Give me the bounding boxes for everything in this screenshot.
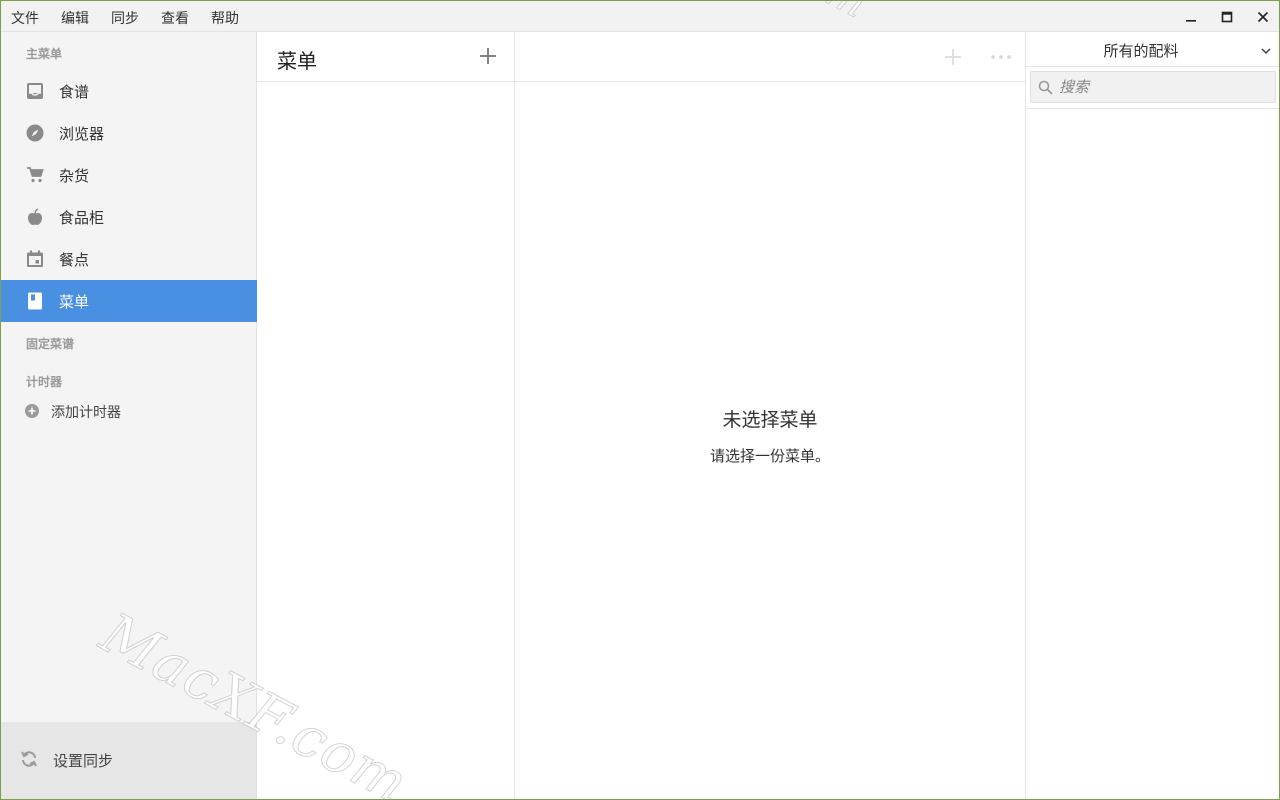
empty-state-subtitle: 请选择一份菜单。 — [709, 447, 830, 465]
setup-sync-label: 设置同步 — [53, 752, 114, 770]
sidebar-item-pantry[interactable]: 食品柜 — [1, 196, 257, 238]
apple-icon — [25, 207, 45, 227]
menu-file[interactable]: 文件 — [11, 8, 39, 28]
plus-icon — [945, 49, 961, 65]
add-menu-button[interactable] — [476, 44, 500, 68]
sidebar-item-recipes[interactable]: 食谱 — [1, 70, 257, 112]
plus-icon — [480, 48, 496, 64]
setup-sync-button[interactable]: 设置同步 — [1, 722, 256, 799]
search-input[interactable] — [1059, 76, 1269, 98]
menu-detail-panel: 未选择菜单 请选择一份菜单。 — [515, 32, 1026, 799]
sidebar-item-label: 浏览器 — [59, 125, 105, 143]
sidebar-item-menus[interactable]: 菜单 — [1, 280, 257, 322]
chevron-down-icon — [1260, 42, 1272, 61]
book-icon — [25, 291, 45, 311]
sidebar-item-meals[interactable]: 餐点 — [1, 238, 257, 280]
add-timer-button[interactable]: 添加计时器 — [1, 396, 257, 426]
app-window: 文件 编辑 同步 查看 帮助 主菜单 食谱 浏览器 杂货 食品柜 餐点 菜单 固… — [0, 0, 1280, 800]
menu-list-panel: 菜单 — [257, 32, 515, 799]
search-bar — [1026, 67, 1279, 109]
ingredients-panel: 所有的配料 — [1026, 32, 1279, 799]
menu-edit[interactable]: 编辑 — [61, 8, 89, 28]
ingredients-filter-label: 所有的配料 — [1103, 42, 1179, 60]
menu-bar: 文件 编辑 同步 查看 帮助 — [1, 1, 1279, 32]
inbox-icon — [25, 81, 45, 101]
ingredients-filter-dropdown[interactable]: 所有的配料 — [1026, 32, 1279, 67]
page-title: 菜单 — [277, 49, 317, 73]
sidebar-item-browser[interactable]: 浏览器 — [1, 112, 257, 154]
sync-icon — [19, 749, 39, 773]
calendar-icon — [25, 249, 45, 269]
sidebar-item-groceries[interactable]: 杂货 — [1, 154, 257, 196]
search-icon — [1038, 80, 1053, 99]
compass-icon — [25, 123, 45, 143]
close-button[interactable] — [1245, 1, 1279, 32]
sidebar-item-label: 餐点 — [59, 251, 90, 269]
empty-state-title: 未选择菜单 — [722, 409, 818, 431]
minimize-button[interactable] — [1173, 1, 1209, 32]
menu-list-header: 菜单 — [257, 32, 514, 82]
more-icon — [991, 55, 1011, 59]
section-main-menu: 主菜单 — [26, 47, 63, 61]
add-timer-label: 添加计时器 — [51, 405, 121, 421]
detail-toolbar — [515, 32, 1025, 82]
add-recipe-button[interactable] — [942, 46, 964, 68]
plus-circle-icon — [25, 404, 39, 422]
cart-icon — [25, 165, 45, 185]
section-timers: 计时器 — [26, 375, 63, 389]
section-pinned-recipes: 固定菜谱 — [26, 337, 75, 351]
menu-sync[interactable]: 同步 — [111, 8, 139, 28]
sidebar-item-label: 杂货 — [59, 167, 90, 185]
search-box — [1030, 71, 1276, 103]
sidebar: 主菜单 食谱 浏览器 杂货 食品柜 餐点 菜单 固定菜谱 计时器 添加计时器 设… — [1, 32, 257, 799]
maximize-button[interactable] — [1209, 1, 1245, 32]
menu-view[interactable]: 查看 — [161, 8, 189, 28]
menu-help[interactable]: 帮助 — [211, 8, 239, 28]
close-icon — [1257, 11, 1269, 22]
more-options-button[interactable] — [989, 46, 1013, 68]
sidebar-item-label: 菜单 — [59, 293, 90, 311]
minimize-icon — [1186, 19, 1196, 22]
maximize-icon — [1221, 11, 1233, 22]
sidebar-item-label: 食品柜 — [59, 209, 105, 227]
sidebar-item-label: 食谱 — [59, 83, 90, 101]
